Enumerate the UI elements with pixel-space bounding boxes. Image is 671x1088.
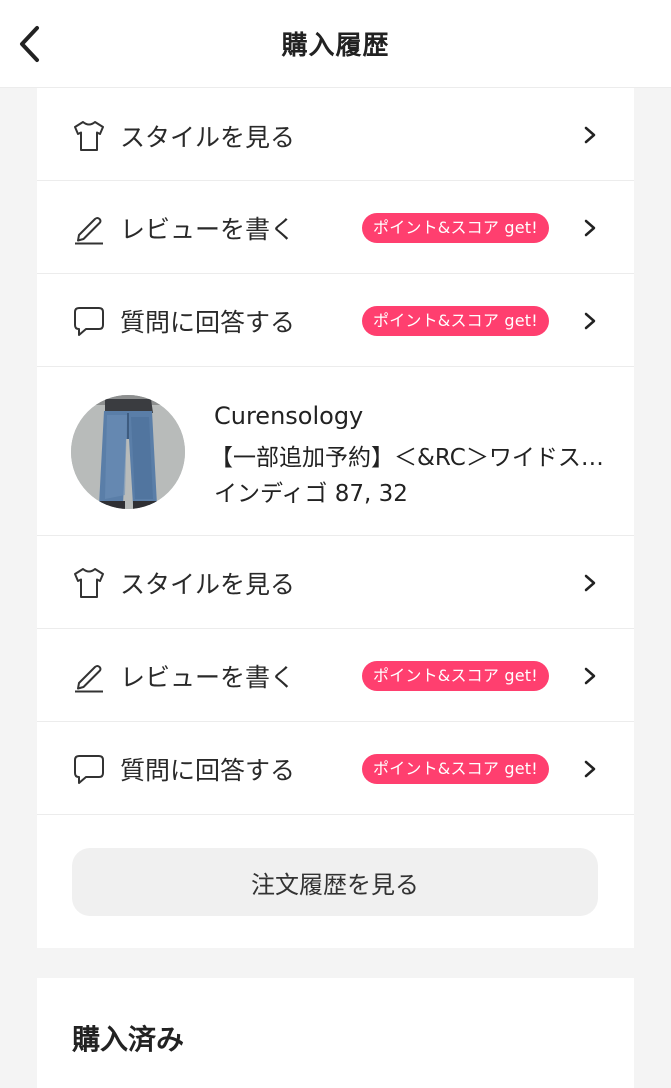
chevron-right-icon: [584, 574, 596, 592]
tshirt-icon: [74, 568, 104, 598]
app-header: 購入履歴: [0, 0, 671, 88]
chevron-right-icon: [584, 126, 596, 144]
jeans-image: [71, 395, 185, 509]
page-title: 購入履歴: [281, 31, 390, 61]
points-badge: ポイント&スコア get!: [362, 213, 549, 243]
pencil-icon: [75, 217, 103, 245]
section-title: 購入済み: [72, 1023, 185, 1056]
speech-bubble-icon: [74, 307, 104, 336]
answer-question-label: 質問に回答する: [120, 308, 296, 337]
answer-question-label: 質問に回答する: [120, 756, 296, 785]
write-review-row[interactable]: レビューを書く ポイント&スコア get!: [37, 181, 634, 274]
product-name: 【一部追加予約】＜&RC＞ワイドストレートデニム: [210, 445, 605, 471]
answer-question-row[interactable]: 質問に回答する ポイント&スコア get!: [37, 274, 634, 367]
points-badge: ポイント&スコア get!: [362, 661, 549, 691]
pencil-icon: [75, 665, 103, 693]
points-badge: ポイント&スコア get!: [362, 754, 549, 784]
speech-bubble-icon: [74, 755, 104, 784]
back-button[interactable]: [12, 22, 46, 66]
back-chevron-icon: [20, 26, 39, 62]
write-review-label: レビューを書く: [120, 215, 296, 244]
purchase-history-card: スタイルを見る レビューを書く ポイント&スコア get! 質問に回答する ポイ…: [37, 88, 634, 948]
chevron-right-icon: [584, 760, 596, 778]
write-review-row[interactable]: レビューを書く ポイント&スコア get!: [37, 629, 634, 722]
product-brand: Curensology: [214, 402, 364, 430]
points-badge: ポイント&スコア get!: [362, 306, 549, 336]
tshirt-icon: [74, 121, 104, 151]
write-review-label: レビューを書く: [120, 663, 296, 692]
view-style-label: スタイルを見る: [120, 123, 296, 152]
product-item[interactable]: Curensology 【一部追加予約】＜&RC＞ワイドストレートデニム インデ…: [37, 366, 634, 536]
answer-question-row[interactable]: 質問に回答する ポイント&スコア get!: [37, 722, 634, 815]
chevron-right-icon: [584, 312, 596, 330]
view-style-label: スタイルを見る: [120, 570, 296, 599]
view-style-row[interactable]: スタイルを見る: [37, 88, 634, 181]
chevron-right-icon: [584, 219, 596, 237]
product-thumbnail: [71, 395, 185, 509]
product-variant: インディゴ 87, 32: [214, 481, 408, 507]
view-order-history-button[interactable]: 注文履歴を見る: [72, 848, 598, 916]
chevron-right-icon: [584, 667, 596, 685]
view-style-row[interactable]: スタイルを見る: [37, 536, 634, 629]
purchased-section: 購入済み: [37, 978, 634, 1088]
